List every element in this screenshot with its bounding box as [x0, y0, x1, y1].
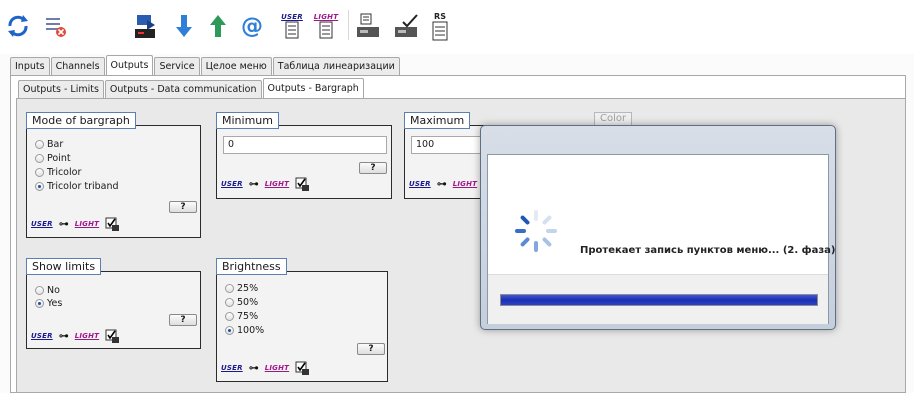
tab-outputs[interactable]: Outputs — [105, 55, 154, 75]
key-icon[interactable]: ⊶ — [249, 179, 259, 190]
brightness-permissions: USER ⊶ LIGHT — [221, 360, 310, 376]
download-device-icon[interactable] — [130, 8, 162, 44]
radio-button[interactable] — [35, 139, 44, 149]
radio-tricolor-triband[interactable]: Tricolor triband — [35, 180, 119, 192]
progress-bar-fill — [501, 295, 817, 305]
tab-outputs-data-communication[interactable]: Outputs - Data communication — [104, 80, 262, 98]
show-limits-permissions: USER ⊶ LIGHT — [31, 328, 120, 344]
tab-outputs-limits[interactable]: Outputs - Limits — [18, 80, 104, 98]
brightness-group: Brightness 25% 50% 75% 100% ? USER ⊶ LIG… — [216, 258, 388, 382]
svg-text:@: @ — [241, 14, 263, 39]
refresh-icon[interactable] — [2, 8, 34, 44]
user-access-icon[interactable]: USER — [221, 180, 243, 188]
light-access-icon[interactable]: LIGHT — [75, 220, 99, 228]
show-limits-help-button[interactable]: ? — [169, 314, 197, 326]
write-check-icon[interactable] — [105, 329, 120, 343]
user-access-icon[interactable]: USER — [409, 180, 431, 188]
show-limits-group: Show limits No Yes ? USER ⊶ LIGHT — [26, 258, 201, 349]
light-access-icon[interactable]: LIGHT — [75, 332, 99, 340]
mode-of-bargraph-group: Mode of bargraph Bar Point Tricolor Tric… — [26, 112, 201, 238]
key-icon[interactable]: ⊶ — [249, 363, 259, 374]
arrow-up-icon[interactable] — [202, 8, 234, 44]
radio-button-checked[interactable] — [35, 298, 44, 308]
mode-permissions: USER ⊶ LIGHT — [31, 216, 120, 232]
radio-button-checked[interactable] — [225, 325, 234, 335]
device-check-icon[interactable] — [390, 8, 422, 44]
color-title: Color — [594, 112, 633, 126]
brightness-title: Brightness — [216, 258, 287, 275]
radio-tricolor[interactable]: Tricolor — [35, 166, 81, 178]
radio-25[interactable]: 25% — [225, 282, 258, 294]
progress-bar — [500, 294, 818, 306]
user-access-icon[interactable]: USER — [221, 364, 243, 372]
minimum-input[interactable]: 0 — [223, 136, 387, 154]
radio-100[interactable]: 100% — [225, 324, 264, 336]
maximum-title: Maximum — [404, 112, 471, 129]
radio-button[interactable] — [35, 153, 44, 163]
tab-service[interactable]: Service — [154, 57, 200, 75]
progress-dialog: Протекает запись пунктов меню... (2. фаз… — [480, 125, 836, 330]
sub-tab-bar: Outputs - Limits Outputs - Data communic… — [18, 78, 365, 98]
radio-button-checked[interactable] — [35, 181, 44, 191]
mode-of-bargraph-title: Mode of bargraph — [26, 112, 136, 129]
radio-button[interactable] — [225, 297, 234, 307]
toolbar: @ USER LIGHT RS — [0, 0, 914, 54]
tab-outputs-bargraph[interactable]: Outputs - Bargraph — [262, 78, 364, 98]
radio-yes[interactable]: Yes — [35, 297, 62, 309]
tab-channels[interactable]: Channels — [50, 57, 105, 75]
rs-document-icon[interactable]: RS — [424, 8, 456, 44]
main-tab-bar: Inputs Channels Outputs Service Целое ме… — [10, 55, 401, 75]
radio-50[interactable]: 50% — [225, 296, 258, 308]
tab-inputs[interactable]: Inputs — [10, 57, 50, 75]
key-icon[interactable]: ⊶ — [59, 331, 69, 342]
clear-list-icon[interactable] — [40, 8, 72, 44]
dialog-footer — [488, 274, 828, 324]
light-access-icon[interactable]: LIGHT — [265, 364, 289, 372]
key-icon[interactable]: ⊶ — [437, 179, 447, 190]
dialog-message: Протекает запись пунктов меню... (2. фаз… — [580, 245, 836, 256]
light-access-icon[interactable]: LIGHT — [453, 180, 477, 188]
radio-button[interactable] — [225, 311, 234, 321]
maximum-permissions: USER ⊶ LIGHT — [409, 176, 477, 192]
write-check-icon[interactable] — [295, 177, 310, 191]
minimum-title: Minimum — [216, 112, 279, 129]
user-menu-icon[interactable]: USER — [276, 8, 308, 44]
user-access-icon[interactable]: USER — [31, 332, 53, 340]
radio-point[interactable]: Point — [35, 152, 71, 164]
light-access-icon[interactable]: LIGHT — [265, 180, 289, 188]
radio-button[interactable] — [225, 283, 234, 293]
minimum-group: Minimum 0 ? USER ⊶ LIGHT — [216, 112, 392, 199]
toolbar-separator — [348, 10, 349, 40]
minimum-help-button[interactable]: ? — [359, 162, 387, 174]
radio-button[interactable] — [35, 167, 44, 177]
key-icon[interactable]: ⊶ — [59, 219, 69, 230]
light-menu-icon[interactable]: LIGHT — [310, 8, 342, 44]
radio-button[interactable] — [35, 285, 44, 295]
busy-spinner-icon — [515, 210, 557, 252]
radio-bar[interactable]: Bar — [35, 138, 63, 150]
dialog-body: Протекает запись пунктов меню... (2. фаз… — [487, 154, 835, 324]
show-limits-title: Show limits — [26, 258, 102, 275]
radio-75[interactable]: 75% — [225, 310, 258, 322]
arrow-down-icon[interactable] — [168, 8, 200, 44]
email-at-icon[interactable]: @ — [236, 8, 268, 44]
device-settings-icon[interactable] — [352, 8, 384, 44]
user-access-icon[interactable]: USER — [31, 220, 53, 228]
minimum-permissions: USER ⊶ LIGHT — [221, 176, 310, 192]
mode-help-button[interactable]: ? — [169, 201, 197, 213]
tab-linearization-table[interactable]: Таблица линеаризации — [272, 57, 400, 75]
radio-no[interactable]: No — [35, 284, 60, 296]
tab-whole-menu[interactable]: Целое меню — [200, 57, 272, 75]
write-check-icon[interactable] — [105, 217, 120, 231]
write-check-icon[interactable] — [295, 361, 310, 375]
brightness-help-button[interactable]: ? — [357, 343, 385, 355]
